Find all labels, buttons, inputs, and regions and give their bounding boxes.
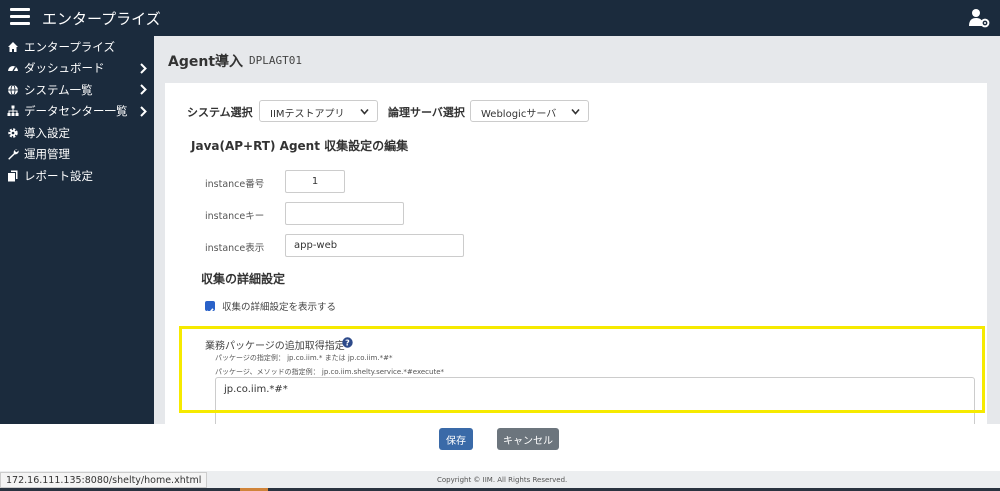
chevron-right-icon: [140, 62, 147, 74]
system-select-value: IIMテストアプリ: [270, 109, 345, 120]
instance-key-input[interactable]: [285, 202, 404, 225]
copyright: Copyright © IIM. All Rights Reserved.: [437, 476, 568, 484]
instance-key-label: instanceキー: [205, 211, 265, 222]
sidebar-item-system-list[interactable]: システム一覧: [0, 79, 154, 101]
sidebar: エンタープライズ ダッシュボード システム一覧 データセンター一覧 導入設定 運…: [0, 36, 154, 424]
chevron-down-icon: [571, 108, 580, 115]
instance-display-input[interactable]: app-web: [285, 234, 464, 257]
hamburger-menu-icon[interactable]: [10, 8, 30, 26]
sidebar-item-datacenter-list[interactable]: データセンター一覧: [0, 101, 154, 123]
sidebar-item-label: エンタープライズ: [24, 39, 115, 54]
instance-number-label: instance番号: [205, 179, 265, 190]
globe-icon: [6, 83, 19, 96]
dashboard-icon: [6, 62, 19, 75]
chevron-right-icon: [140, 105, 147, 117]
sidebar-item-label: レポート設定: [24, 168, 93, 183]
sidebar-item-operations[interactable]: 運用管理: [0, 144, 154, 166]
sidebar-item-label: システム一覧: [24, 82, 93, 97]
status-url: 172.16.111.135:8080/shelty/home.xhtml: [0, 472, 208, 488]
gear-icon: [6, 126, 19, 139]
sidebar-item-enterprise[interactable]: エンタープライズ: [0, 36, 154, 58]
edit-section-title: Java(AP+RT) Agent 収集設定の編集: [191, 139, 409, 153]
cancel-button[interactable]: キャンセル: [497, 428, 559, 450]
instance-number-input[interactable]: 1: [285, 170, 345, 193]
system-select[interactable]: IIMテストアプリ: [259, 100, 378, 122]
top-bar: エンタープライズ: [0, 0, 1000, 36]
server-select-value: Weblogicサーバ: [481, 109, 557, 120]
show-detail-label: 収集の詳細設定を表示する: [222, 302, 337, 313]
show-detail-checkbox[interactable]: [205, 301, 215, 315]
home-icon: [6, 40, 19, 53]
sidebar-item-label: データセンター一覧: [24, 104, 128, 119]
sidebar-item-label: 導入設定: [24, 125, 70, 140]
sidebar-item-dashboard[interactable]: ダッシュボード: [0, 58, 154, 80]
copy-icon: [6, 169, 19, 182]
chevron-down-icon: [360, 108, 369, 115]
app-title: エンタープライズ: [42, 10, 161, 28]
server-select-label: 論理サーバ選択: [388, 106, 465, 119]
chevron-right-icon: [140, 84, 147, 95]
sidebar-item-install-settings[interactable]: 導入設定: [0, 122, 154, 144]
save-button[interactable]: 保存: [439, 428, 473, 450]
system-select-label: システム選択: [187, 106, 253, 119]
wrench-icon: [6, 148, 19, 161]
sidebar-item-label: 運用管理: [24, 147, 70, 162]
page-title: Agent導入: [168, 54, 244, 70]
check-icon: [206, 308, 214, 315]
detail-section-title: 収集の詳細設定: [201, 272, 286, 286]
server-select[interactable]: Weblogicサーバ: [470, 100, 589, 122]
user-settings-icon[interactable]: [968, 8, 990, 28]
sidebar-item-report-settings[interactable]: レポート設定: [0, 165, 154, 187]
page-code: DPLAGT01: [249, 54, 302, 67]
instance-display-label: instance表示: [205, 243, 265, 254]
sidebar-item-label: ダッシュボード: [24, 61, 105, 76]
highlight-box: [179, 326, 985, 413]
sitemap-icon: [6, 105, 19, 118]
